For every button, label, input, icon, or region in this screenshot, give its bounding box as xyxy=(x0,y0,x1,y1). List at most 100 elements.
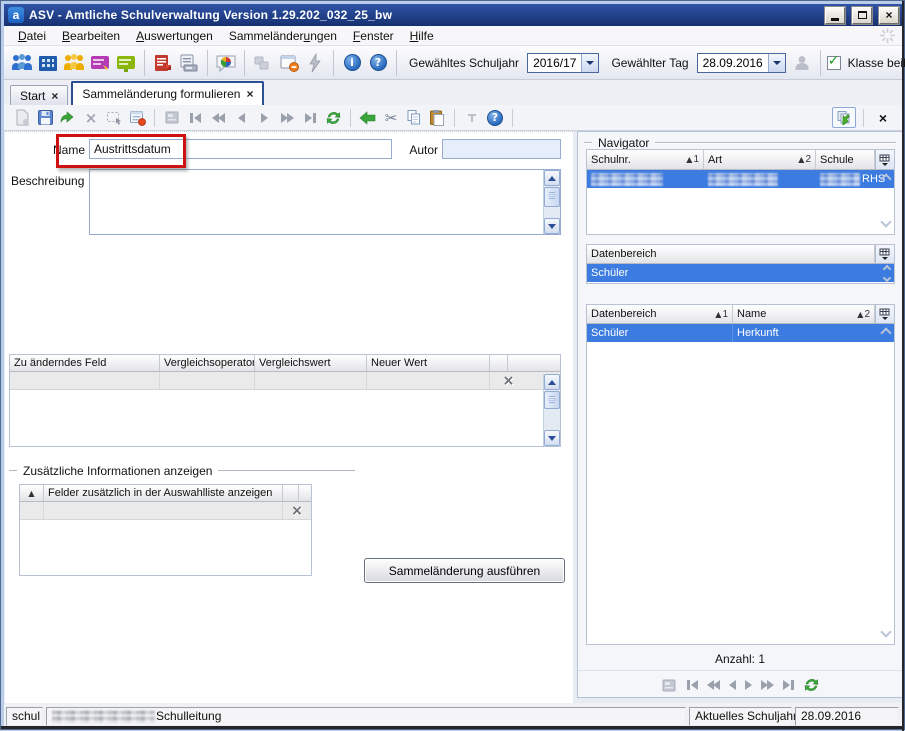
column-header-schule[interactable]: Schule xyxy=(816,150,875,169)
beschreibung-textarea[interactable] xyxy=(89,169,561,235)
school-year-combobox[interactable]: 2016/17 xyxy=(527,53,599,73)
menu-fenster[interactable]: Fenster xyxy=(345,27,402,45)
undo-icon[interactable] xyxy=(58,108,78,128)
column-header-datenbereich[interactable]: Datenbereich xyxy=(587,245,875,263)
redacted-schule xyxy=(820,173,860,186)
empty-entry-row[interactable]: × xyxy=(10,372,560,390)
tab-start[interactable]: Start× xyxy=(10,85,68,105)
selection-table: Datenbereich ▲1 Name ▲2 Schüler Herkunft xyxy=(586,304,895,645)
modules-disabled-icon xyxy=(251,51,275,75)
tab-close-icon[interactable]: × xyxy=(246,88,253,100)
refresh-icon[interactable] xyxy=(803,677,820,693)
execute-button[interactable]: Sammeländerung ausführen xyxy=(364,558,565,583)
column-picker-icon[interactable] xyxy=(875,245,894,263)
statistics-bubble-icon[interactable] xyxy=(214,51,238,75)
scroll-down-button[interactable] xyxy=(544,430,560,446)
fast-backward-icon xyxy=(208,108,228,128)
column-header-schulnr[interactable]: Schulnr. ▲1 xyxy=(587,150,704,169)
chevron-down-icon[interactable] xyxy=(581,54,598,72)
textarea-scrollbar[interactable] xyxy=(543,170,560,234)
cut-icon[interactable]: ✂ xyxy=(381,108,401,128)
column-header-art[interactable]: Art ▲2 xyxy=(704,150,816,169)
column-header-datenbereich[interactable]: Datenbereich ▲1 xyxy=(587,305,733,323)
column-header[interactable]: Neuer Wert xyxy=(367,355,490,371)
paste-icon[interactable] xyxy=(427,108,447,128)
tab-close-icon[interactable]: × xyxy=(51,90,58,102)
sort-column-header[interactable]: ▲ xyxy=(20,485,44,501)
last-record-icon xyxy=(300,108,320,128)
annotation-rectangle xyxy=(56,134,186,168)
window-frame-bottom xyxy=(1,726,904,729)
column-header[interactable]: Vergleichsoperator xyxy=(160,355,255,371)
refresh-icon[interactable] xyxy=(323,108,343,128)
maximize-button[interactable] xyxy=(852,7,872,24)
toolbar-separator xyxy=(207,50,208,76)
menu-auswertungen[interactable]: Auswertungen xyxy=(128,27,221,45)
minimize-button[interactable] xyxy=(825,7,845,24)
toolbar-separator xyxy=(512,109,513,127)
school-building-icon[interactable] xyxy=(36,51,60,75)
record-list-icon xyxy=(661,678,678,693)
copy-icon[interactable] xyxy=(404,108,424,128)
form-settings-icon[interactable] xyxy=(127,108,147,128)
selection-row-selected[interactable]: Schüler Herkunft xyxy=(587,324,894,342)
column-picker-icon[interactable] xyxy=(875,305,894,323)
empty-entry-row[interactable]: × xyxy=(20,502,311,520)
menu-sammelaenderungen[interactable]: Sammeländerungen xyxy=(221,27,345,45)
column-header xyxy=(490,355,508,371)
column-header[interactable]: Felder zusätzlich in der Auswahlliste an… xyxy=(44,485,283,501)
column-header-name[interactable]: Name ▲2 xyxy=(733,305,875,323)
board-green-icon[interactable] xyxy=(114,51,138,75)
delete-row-icon[interactable]: × xyxy=(490,372,527,389)
beschreibung-label: Beschreibung xyxy=(11,174,84,188)
board-magenta-icon[interactable] xyxy=(88,51,112,75)
delete-row-icon[interactable]: × xyxy=(283,502,311,519)
column-header[interactable]: Zu änderndes Feld xyxy=(10,355,160,371)
panel-close-button[interactable]: × xyxy=(871,110,895,126)
minimize-icon xyxy=(831,18,839,21)
navigator-panel: Navigator Schulnr. ▲1 Art ▲2 Schule xyxy=(577,131,903,698)
status-user: Schulleitung xyxy=(46,707,686,726)
context-help-icon[interactable]: ? xyxy=(485,108,505,128)
column-picker-icon[interactable] xyxy=(875,150,894,169)
table-scrollbar[interactable] xyxy=(543,374,560,446)
keep-class-checkbox[interactable]: ✓ xyxy=(827,56,841,70)
lightning-icon[interactable] xyxy=(303,51,327,75)
help-icon[interactable]: ? xyxy=(366,51,390,75)
chevron-down-icon[interactable] xyxy=(768,54,785,72)
previous-record-icon xyxy=(729,680,736,690)
menu-bearbeiten[interactable]: Bearbeiten xyxy=(54,27,128,45)
scrollbar-thumb[interactable] xyxy=(544,187,560,207)
scroll-up-button[interactable] xyxy=(544,374,560,390)
window-remove-icon[interactable] xyxy=(277,51,301,75)
scroll-up-button[interactable] xyxy=(544,170,560,186)
scrollbar-thumb[interactable] xyxy=(544,391,560,409)
menu-hilfe[interactable]: Hilfe xyxy=(402,27,442,45)
back-icon[interactable] xyxy=(358,108,378,128)
info-icon[interactable]: i xyxy=(340,51,364,75)
scroll-down-icon[interactable] xyxy=(880,216,891,227)
scroll-down-button[interactable] xyxy=(544,218,560,234)
report-book-icon[interactable] xyxy=(151,51,175,75)
close-button[interactable]: × xyxy=(879,7,899,24)
print-list-icon[interactable] xyxy=(177,51,201,75)
save-icon[interactable] xyxy=(35,108,55,128)
datenbereich-row-selected[interactable]: Schüler xyxy=(587,264,894,282)
status-app: schul xyxy=(6,707,43,726)
tab-sammelaenderung-formulieren[interactable]: Sammeländerung formulieren× xyxy=(71,81,264,105)
pupils-blue-icon[interactable] xyxy=(10,51,34,75)
scroll-down-icon[interactable] xyxy=(880,626,891,637)
toolbar-separator xyxy=(144,50,145,76)
school-row-selected[interactable]: RHS xyxy=(587,170,894,188)
day-combobox[interactable]: 28.09.2016 xyxy=(697,53,786,73)
next-record-icon xyxy=(254,108,274,128)
navigator-refresh-button[interactable] xyxy=(832,107,856,128)
change-conditions-table: Zu änderndes Feld Vergleichsoperator Ver… xyxy=(9,354,561,447)
selection-mode-icon xyxy=(104,108,124,128)
navigator-nav-bar xyxy=(578,674,902,696)
menu-datei[interactable]: Datei xyxy=(10,27,54,45)
autor-input xyxy=(442,139,561,159)
redacted-username xyxy=(52,710,155,723)
pupils-yellow-icon[interactable] xyxy=(62,51,86,75)
column-header[interactable]: Vergleichswert xyxy=(255,355,367,371)
